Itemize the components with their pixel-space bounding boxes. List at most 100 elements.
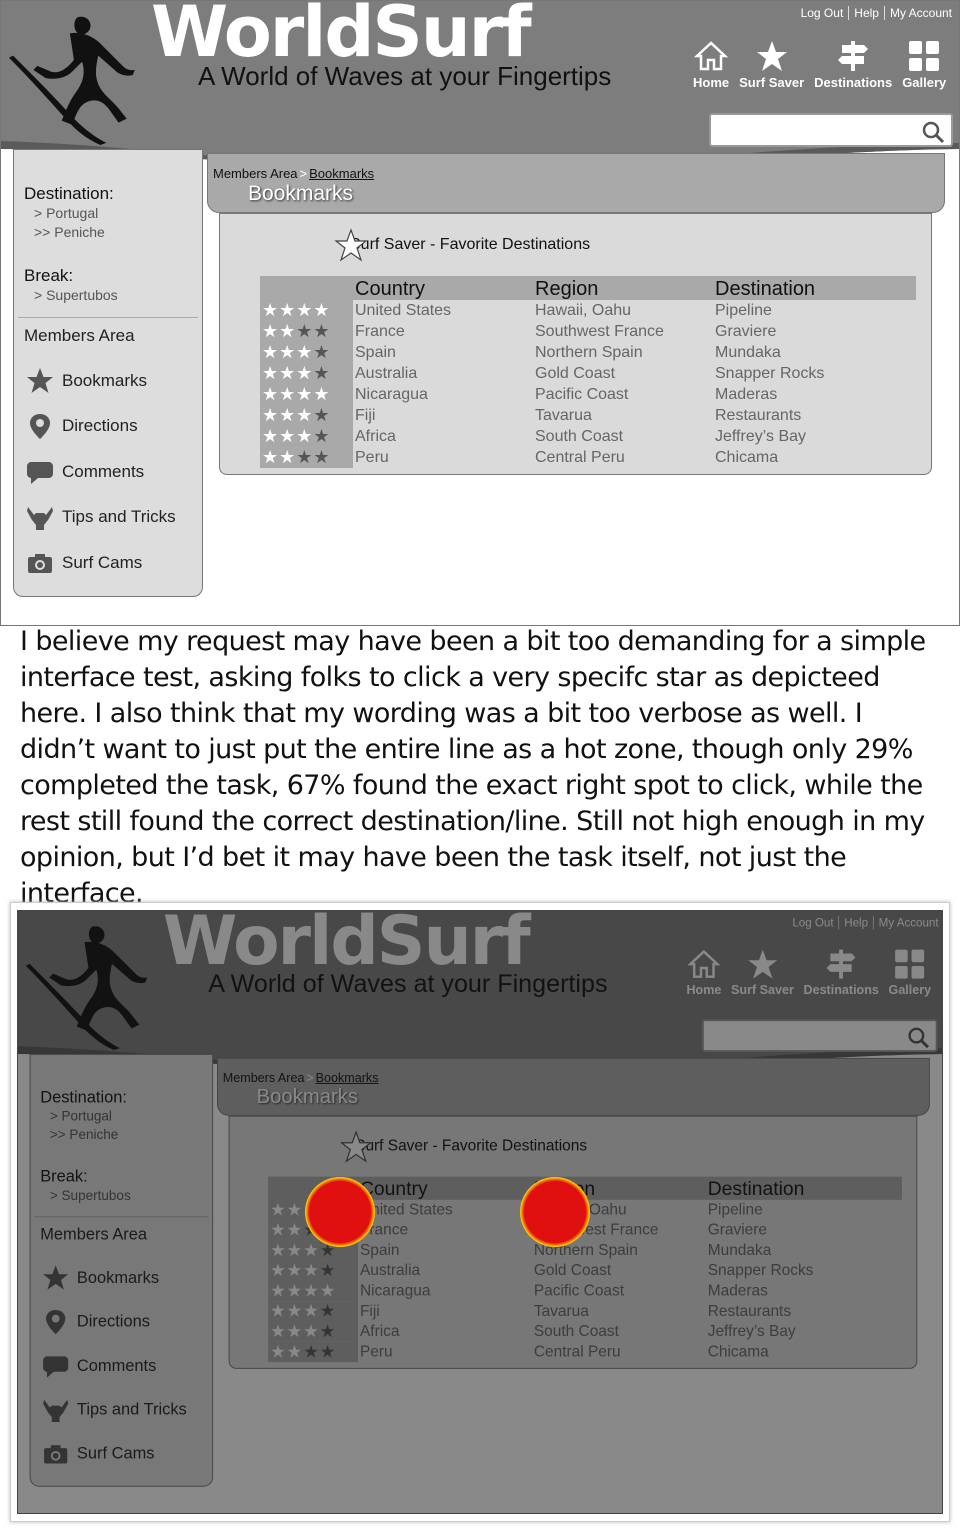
rating-star-icon[interactable]: ★: [279, 447, 296, 468]
rating-star-icon[interactable]: ★: [313, 300, 330, 321]
destination-city-link[interactable]: >> Peniche: [34, 223, 192, 242]
table-row[interactable]: ★★★★AfricaSouth CoastJeffrey’s Bay: [260, 426, 916, 447]
sidebar-item-directions[interactable]: Directions: [14, 404, 202, 450]
table-row[interactable]: ★★★★FijiTavaruaRestaurants: [260, 405, 916, 426]
column-header-destination[interactable]: Destination: [713, 278, 913, 300]
cell-country: Peru: [355, 448, 389, 466]
destination-country-link[interactable]: > Portugal: [34, 204, 192, 223]
rating-star-icon[interactable]: ★: [313, 384, 330, 405]
column-header-region[interactable]: Region: [533, 278, 713, 300]
table-row[interactable]: ★★★★PeruCentral PeruChicama: [260, 447, 916, 468]
click-hotspot: [305, 1177, 375, 1247]
rating-stars[interactable]: ★★★★: [260, 321, 353, 342]
sidebar-item-label: Tips and Tricks: [62, 507, 176, 527]
rating-star-icon[interactable]: ★: [313, 447, 330, 468]
tagline: A World of Waves at your Fingertips: [198, 61, 612, 91]
rating-star-icon[interactable]: ★: [279, 300, 296, 321]
table-row[interactable]: ★★★★FranceSouthwest FranceGraviere: [260, 321, 916, 342]
rating-stars[interactable]: ★★★★: [260, 405, 353, 426]
rating-star-icon[interactable]: ★: [279, 384, 296, 405]
search-input[interactable]: [709, 113, 953, 147]
rating-star-icon[interactable]: ★: [313, 342, 330, 363]
rating-star-icon[interactable]: ★: [296, 363, 313, 384]
cell-destination: Graviere: [715, 322, 777, 340]
cell-country: France: [355, 322, 405, 340]
sidebar-item-label: Directions: [62, 416, 138, 436]
rating-star-icon[interactable]: ★: [262, 447, 279, 468]
break-section: Break: > Supertubos: [14, 266, 202, 305]
rating-stars[interactable]: ★★★★: [260, 447, 353, 468]
rating-star-icon[interactable]: ★: [262, 300, 279, 321]
heatmap-screenshot: WorldSurf A World of Waves at your Finge…: [17, 910, 943, 1514]
rating-stars[interactable]: ★★★★: [260, 426, 353, 447]
cell-region: Hawaii, Oahu: [535, 301, 632, 319]
rating-column-header: [260, 276, 353, 300]
sidebar-item-bookmarks[interactable]: Bookmarks: [14, 358, 202, 404]
rating-star-icon[interactable]: ★: [262, 321, 279, 342]
star-icon: [27, 367, 53, 393]
rating-star-icon[interactable]: ★: [313, 363, 330, 384]
break-link[interactable]: > Supertubos: [34, 286, 192, 305]
rating-star-icon[interactable]: ★: [296, 447, 313, 468]
table-row[interactable]: ★★★★SpainNorthern SpainMundaka: [260, 342, 916, 363]
rating-star-icon[interactable]: ★: [313, 405, 330, 426]
table-header: Country Region Destination: [260, 276, 916, 300]
cell-region: Northern Spain: [535, 343, 643, 361]
wireframe-screenshot: WorldSurf A World of Waves at your Finge…: [0, 0, 960, 626]
rating-star-icon[interactable]: ★: [296, 342, 313, 363]
map-pin-icon: [30, 414, 50, 440]
nav-gallery[interactable]: Gallery: [902, 39, 946, 90]
nav-destinations[interactable]: Destinations: [814, 39, 892, 90]
rating-star-icon[interactable]: ★: [313, 321, 330, 342]
rating-star-icon[interactable]: ★: [279, 321, 296, 342]
sidebar-item-surf-cams[interactable]: Surf Cams: [14, 540, 202, 586]
speech-bubble-icon: [27, 461, 53, 484]
cell-destination: Jeffrey’s Bay: [715, 427, 807, 445]
breadcrumb-current[interactable]: Bookmarks: [309, 166, 374, 181]
heatmap-overlay: [18, 911, 942, 1513]
table-row[interactable]: ★★★★United StatesHawaii, OahuPipeline: [260, 300, 916, 321]
sidebar-item-comments[interactable]: Comments: [14, 449, 202, 495]
page-title: Bookmarks: [248, 182, 354, 205]
breadcrumb-parent[interactable]: Members Area: [213, 166, 298, 181]
cell-region: Southwest France: [535, 322, 664, 340]
rating-star-icon[interactable]: ★: [296, 384, 313, 405]
surfer-logo-icon: [9, 16, 135, 145]
search-icon[interactable]: [921, 120, 945, 144]
table-row[interactable]: ★★★★AustraliaGold CoastSnapper Rocks: [260, 363, 916, 384]
rating-stars[interactable]: ★★★★: [260, 300, 353, 321]
help-link[interactable]: Help: [851, 6, 882, 20]
rating-star-icon[interactable]: ★: [262, 384, 279, 405]
rating-star-icon[interactable]: ★: [296, 300, 313, 321]
rating-star-icon[interactable]: ★: [296, 321, 313, 342]
sidebar-item-tips[interactable]: Tips and Tricks: [14, 495, 202, 541]
column-header-country[interactable]: Country: [353, 278, 533, 300]
rating-stars[interactable]: ★★★★: [260, 363, 353, 384]
rating-star-icon[interactable]: ★: [313, 426, 330, 447]
table-body: ★★★★United StatesHawaii, OahuPipeline★★★…: [260, 300, 916, 468]
nav-surf-saver[interactable]: Surf Saver: [739, 39, 804, 90]
rating-star-icon[interactable]: ★: [279, 363, 296, 384]
cell-destination: Snapper Rocks: [715, 364, 825, 382]
rating-star-icon[interactable]: ★: [262, 426, 279, 447]
rating-stars[interactable]: ★★★★: [260, 384, 353, 405]
my-account-link[interactable]: My Account: [887, 6, 955, 20]
sidebar-item-label: Surf Cams: [62, 552, 143, 572]
rating-star-icon[interactable]: ★: [296, 426, 313, 447]
nav-home[interactable]: Home: [693, 39, 729, 90]
cell-region: Gold Coast: [535, 364, 616, 382]
rating-star-icon[interactable]: ★: [262, 342, 279, 363]
rating-stars[interactable]: ★★★★: [260, 342, 353, 363]
cell-region: Pacific Coast: [535, 385, 629, 403]
sidebar-divider: [18, 317, 198, 318]
rating-star-icon[interactable]: ★: [279, 405, 296, 426]
rating-star-icon[interactable]: ★: [262, 405, 279, 426]
logout-link[interactable]: Log Out: [798, 6, 847, 20]
rating-star-icon[interactable]: ★: [262, 363, 279, 384]
rating-star-icon[interactable]: ★: [279, 342, 296, 363]
rating-star-icon[interactable]: ★: [279, 426, 296, 447]
brand-logo[interactable]: WorldSurf: [151, 1, 532, 67]
rating-star-icon[interactable]: ★: [296, 405, 313, 426]
table-row[interactable]: ★★★★NicaraguaPacific CoastMaderas: [260, 384, 916, 405]
cell-destination: Chicama: [715, 448, 779, 466]
